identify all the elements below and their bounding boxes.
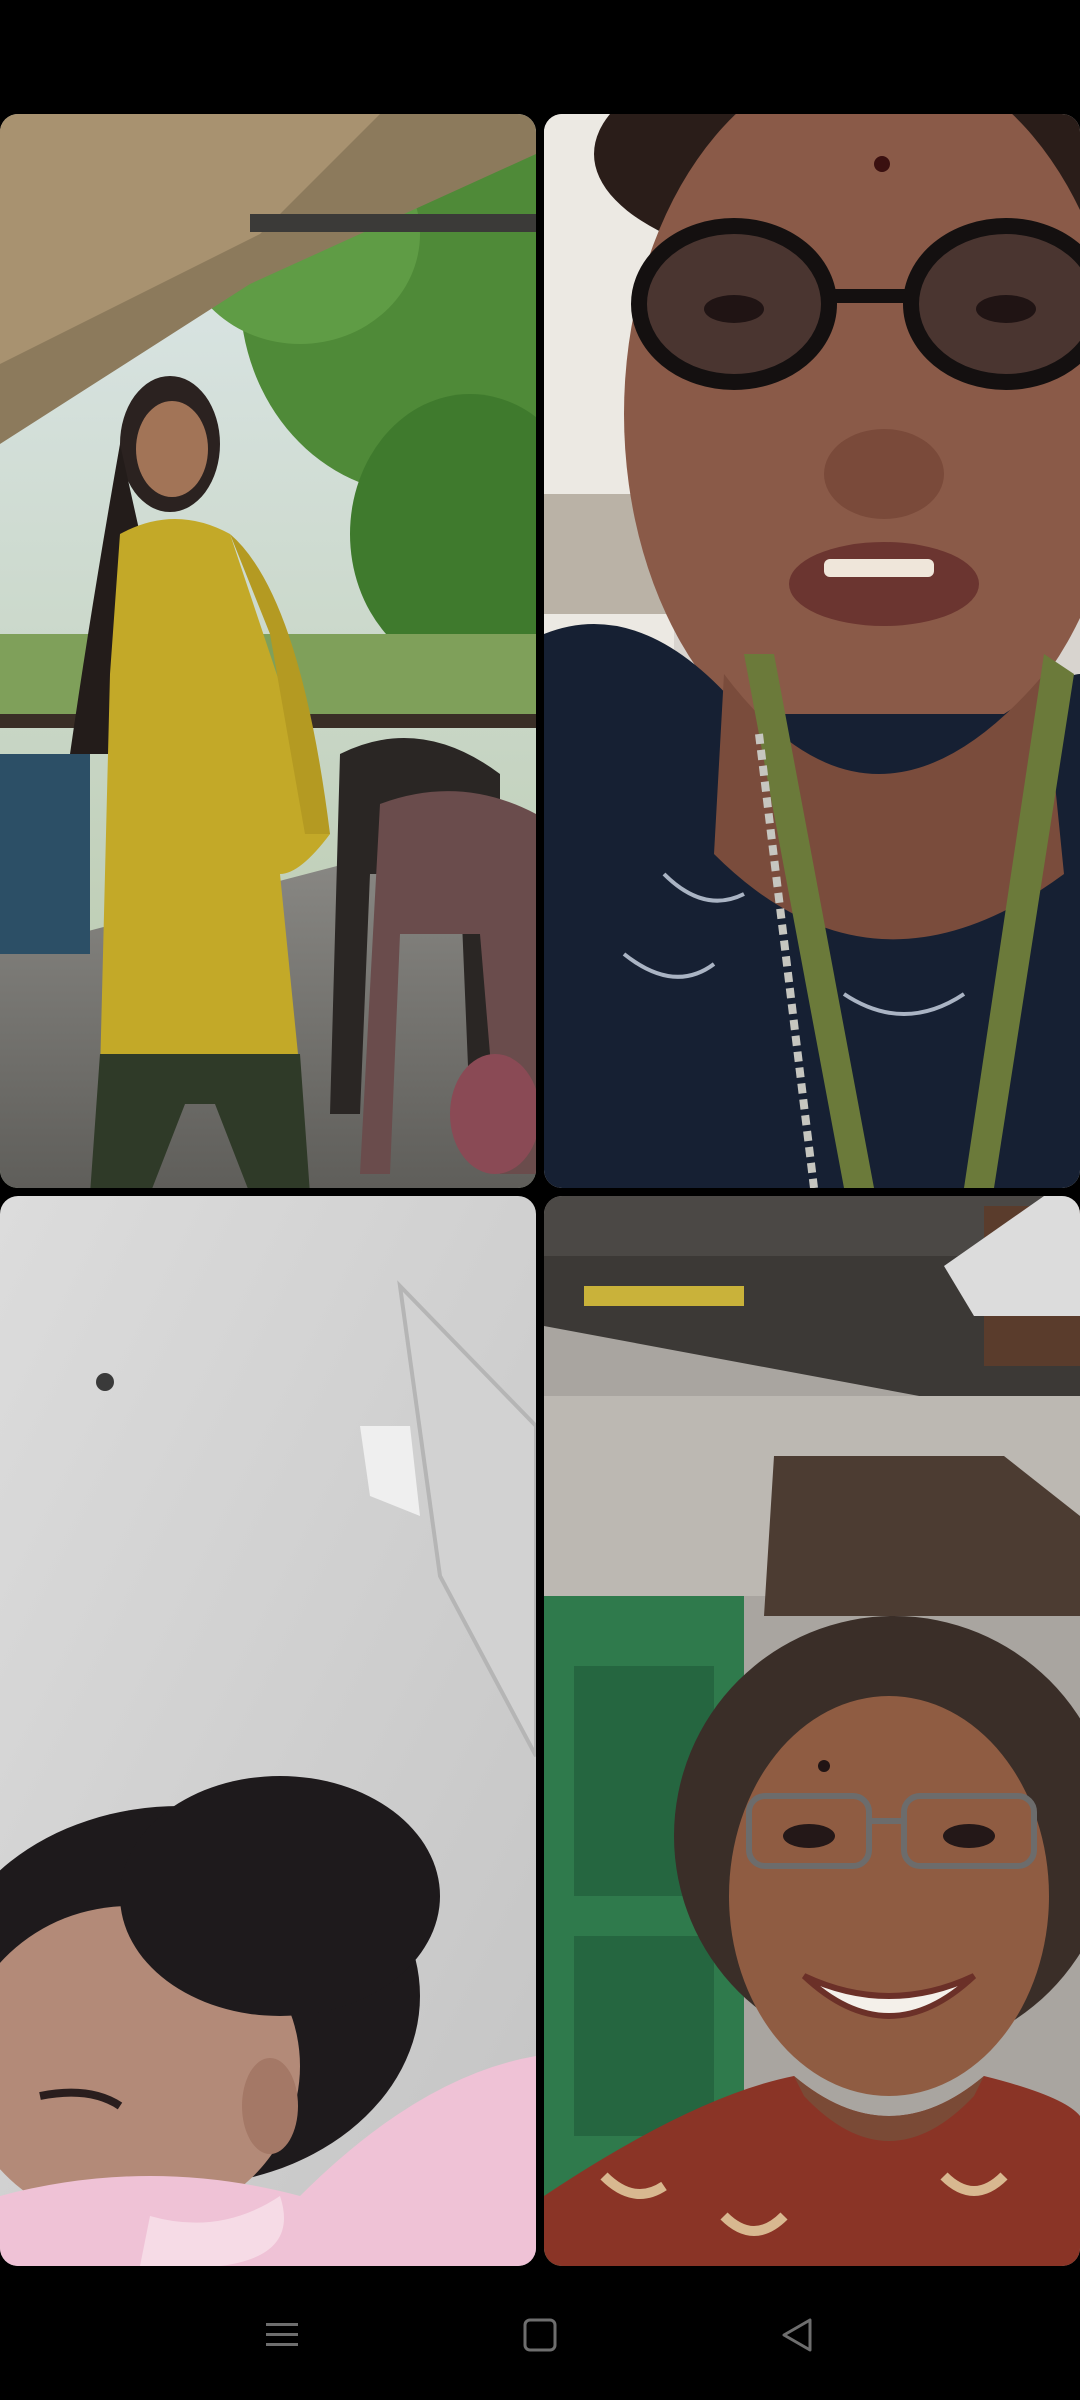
participant-video-feed xyxy=(544,1196,1080,2266)
status-bar xyxy=(0,0,1080,112)
home-icon xyxy=(523,2318,557,2352)
menu-icon xyxy=(266,2323,298,2346)
home-button[interactable] xyxy=(510,2310,570,2360)
participant-video-tile-3[interactable] xyxy=(0,1196,536,2266)
participant-video-tile-4[interactable] xyxy=(544,1196,1080,2266)
video-call-screen xyxy=(0,0,1080,2400)
participant-video-feed xyxy=(0,1196,536,2266)
participant-video-feed xyxy=(544,114,1080,1188)
participant-video-tile-1[interactable] xyxy=(0,114,536,1188)
back-button[interactable] xyxy=(768,2310,828,2360)
participant-video-tile-2[interactable] xyxy=(544,114,1080,1188)
back-icon xyxy=(782,2318,812,2352)
participant-video-feed xyxy=(0,114,536,1188)
menu-button[interactable] xyxy=(252,2310,312,2360)
